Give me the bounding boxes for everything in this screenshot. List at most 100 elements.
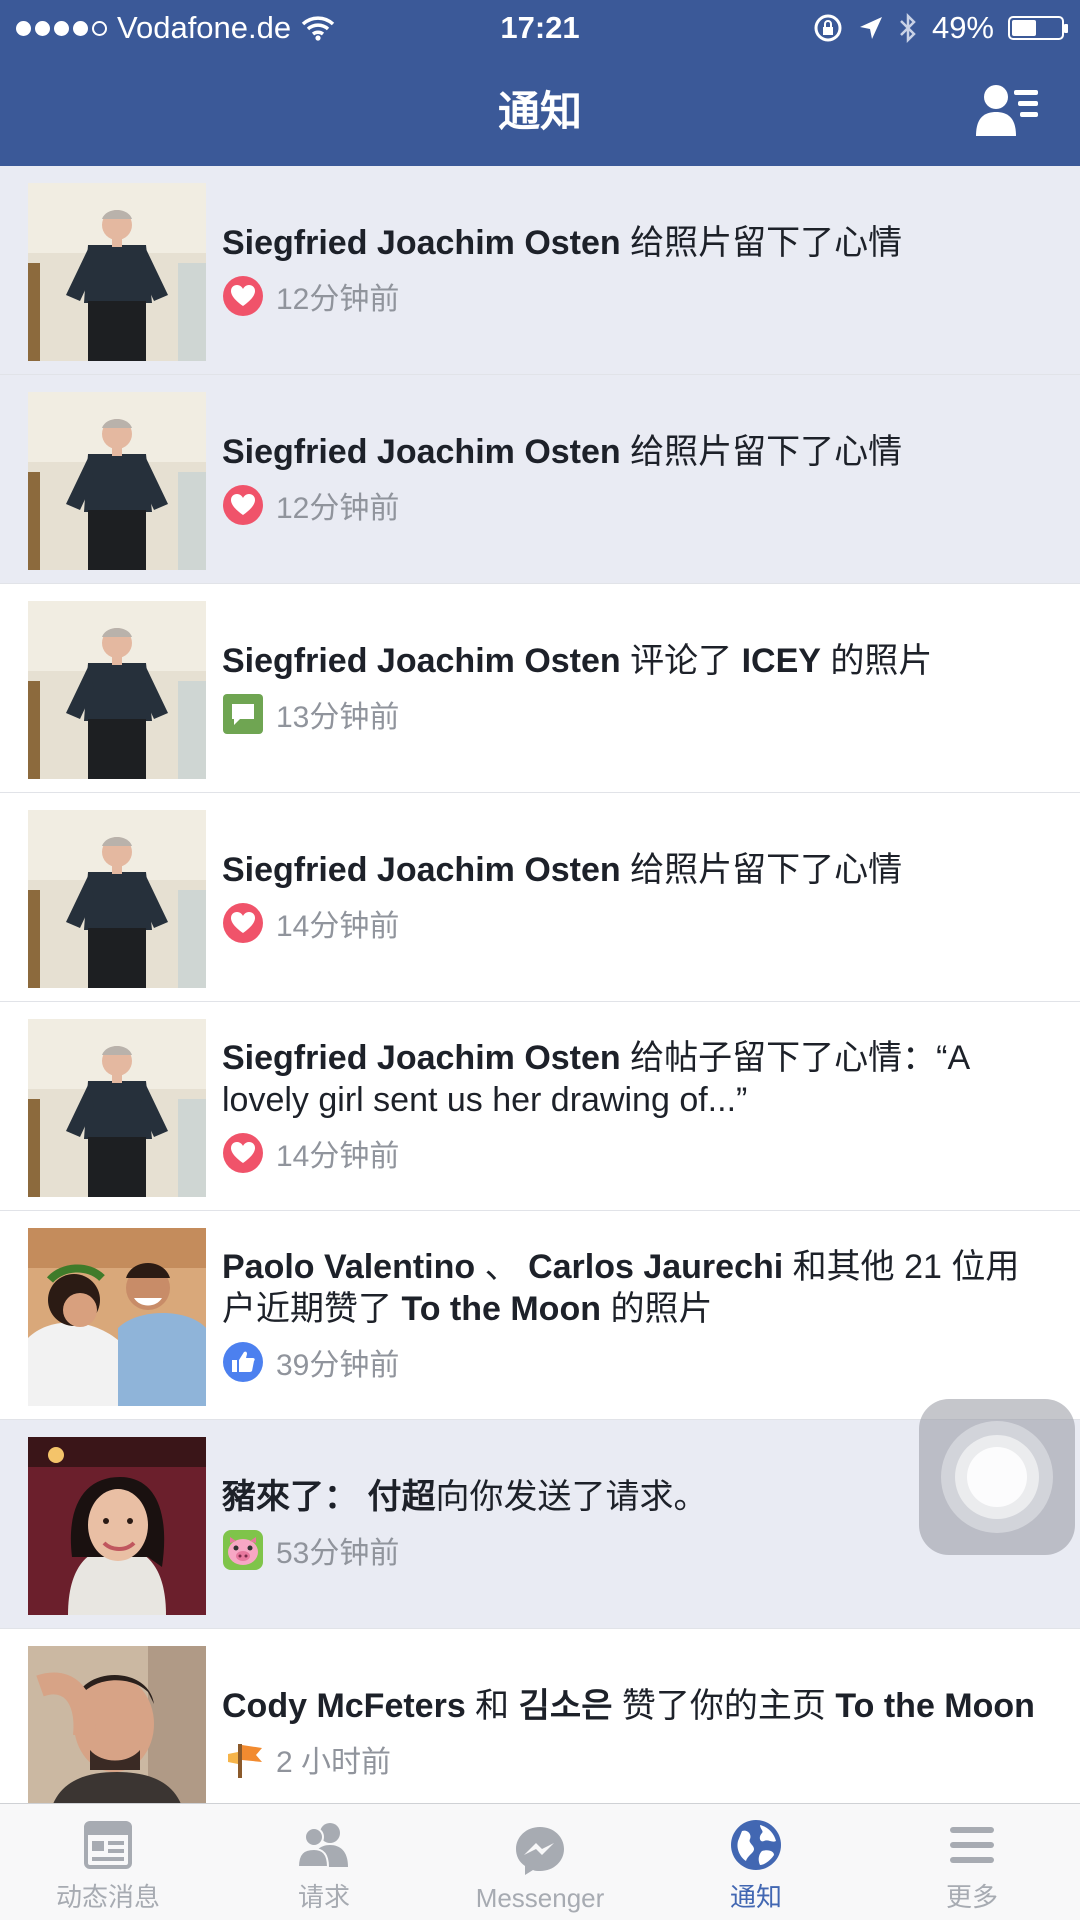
page-flag-icon	[222, 1738, 264, 1780]
notification-text: Siegfried Joachim Osten 给照片留下了心情	[222, 431, 1040, 473]
notification-actor: Cody McFeters	[222, 1687, 466, 1725]
rotation-lock-icon	[814, 14, 842, 42]
notification-row[interactable]: Siegfried Joachim Osten 给照片留下了心情 14分钟前	[0, 793, 1080, 1002]
notification-row[interactable]: 豬來了： 付超向你发送了请求。 53分钟前	[0, 1420, 1080, 1629]
news-feed-icon	[80, 1817, 136, 1873]
notification-action: 赞了你的主页	[612, 1687, 836, 1725]
notification-action: 给照片留下了心情	[620, 224, 903, 262]
notification-action: 和	[465, 1687, 519, 1725]
comment-icon	[222, 693, 264, 735]
tab-label: Messenger	[475, 1883, 605, 1913]
avatar[interactable]	[28, 601, 206, 779]
notification-actor: 김소은	[518, 1687, 613, 1725]
notification-content: Siegfried Joachim Osten 给照片留下了心情 12分钟前	[222, 166, 1040, 374]
notification-meta: 2 小时前	[222, 1737, 1040, 1781]
tab-label: 通知	[729, 1882, 782, 1912]
notification-row[interactable]: Siegfried Joachim Osten 评论了 ICEY 的照片 13分钟…	[0, 584, 1080, 793]
avatar[interactable]	[28, 1437, 206, 1615]
avatar[interactable]	[28, 183, 206, 361]
notification-content: Siegfried Joachim Osten 给照片留下了心情 14分钟前	[222, 793, 1040, 1001]
notification-actor: To the Moon	[835, 1687, 1035, 1725]
notification-actor: 付超	[367, 1478, 436, 1516]
notification-actor: Siegfried Joachim Osten	[222, 642, 621, 680]
notification-action: 向你发送了请求。	[435, 1478, 708, 1516]
page-title: 通知	[497, 88, 582, 135]
heart-icon	[222, 275, 264, 317]
notification-action: 的照片	[601, 1290, 713, 1328]
notifications-globe-icon	[728, 1817, 784, 1873]
notification-meta: 53分钟前	[222, 1528, 1040, 1572]
avatar[interactable]	[28, 1019, 206, 1197]
notification-text: Cody McFeters 和 김소은 赞了你的主页 To the Moon	[222, 1685, 1040, 1727]
like-icon	[222, 1341, 264, 1383]
notification-content: Siegfried Joachim Osten 给帖子留下了心情：“A love…	[222, 1002, 1040, 1210]
notification-action: 的照片	[820, 642, 933, 680]
notification-actor: Carlos Jaurechi	[528, 1248, 784, 1286]
notification-time: 39分钟前	[276, 1349, 400, 1382]
notification-time: 12分钟前	[276, 492, 400, 525]
bluetooth-icon	[900, 12, 916, 44]
heart-icon	[222, 1132, 264, 1174]
friend-requests-icon	[296, 1817, 352, 1873]
friends-list-button[interactable]	[974, 82, 1040, 138]
notification-time: 14分钟前	[276, 1140, 400, 1173]
notification-action: 给照片留下了心情	[620, 851, 903, 889]
notification-text: Siegfried Joachim Osten 给帖子留下了心情：“A love…	[222, 1037, 1040, 1121]
notification-meta: 12分钟前	[222, 274, 1040, 318]
notification-actor: ICEY	[741, 642, 821, 680]
notification-row[interactable]: Siegfried Joachim Osten 给帖子留下了心情：“A love…	[0, 1002, 1080, 1211]
notification-time: 2 小时前	[276, 1746, 392, 1779]
notification-time: 14分钟前	[276, 910, 400, 943]
notification-time: 53分钟前	[276, 1537, 400, 1570]
status-bar: Vodafone.de 17:21 49%	[0, 0, 1080, 56]
notification-meta: 14分钟前	[222, 901, 1040, 945]
tab-menu[interactable]: 更多	[864, 1804, 1080, 1920]
game-app-icon	[222, 1529, 264, 1571]
notification-actor: Siegfried Joachim Osten	[222, 224, 621, 262]
notification-content: Paolo Valentino 、 Carlos Jaurechi 和其他 21…	[222, 1211, 1040, 1419]
notification-row[interactable]: Siegfried Joachim Osten 给照片留下了心情 12分钟前	[0, 375, 1080, 584]
tab-messenger[interactable]: Messenger	[432, 1804, 648, 1920]
messenger-icon	[512, 1823, 568, 1879]
tab-label: 更多	[945, 1882, 998, 1912]
notification-content: 豬來了： 付超向你发送了请求。 53分钟前	[222, 1420, 1040, 1628]
notification-text: Siegfried Joachim Osten 给照片留下了心情	[222, 849, 1040, 891]
tab-label: 请求	[297, 1882, 350, 1912]
battery-icon	[1008, 16, 1068, 40]
tab-label: 动态消息	[55, 1882, 160, 1912]
avatar[interactable]	[28, 1228, 206, 1406]
notification-meta: 39分钟前	[222, 1340, 1040, 1384]
notification-list: Siegfried Joachim Osten 给照片留下了心情 12分钟前 Si…	[0, 166, 1080, 1838]
notification-row[interactable]: Paolo Valentino 、 Carlos Jaurechi 和其他 21…	[0, 1211, 1080, 1420]
notification-row[interactable]: Siegfried Joachim Osten 给照片留下了心情 12分钟前	[0, 166, 1080, 375]
top-bar: Vodafone.de 17:21 49% 通知	[0, 0, 1080, 166]
notification-actor: 豬來了：	[222, 1478, 358, 1516]
notification-content: Siegfried Joachim Osten 给照片留下了心情 12分钟前	[222, 375, 1040, 583]
tab-news-feed[interactable]: 动态消息	[0, 1804, 216, 1920]
notification-text: Siegfried Joachim Osten 给照片留下了心情	[222, 222, 1040, 264]
avatar[interactable]	[28, 1646, 206, 1824]
tab-notifications-globe[interactable]: 通知	[648, 1804, 864, 1920]
notification-actor: Siegfried Joachim Osten	[222, 1039, 621, 1077]
assistive-touch-button[interactable]	[919, 1399, 1075, 1555]
notification-meta: 12分钟前	[222, 483, 1040, 527]
battery-percent: 49%	[931, 10, 994, 45]
notification-text: 豬來了： 付超向你发送了请求。	[222, 1476, 1040, 1518]
notification-actor: Siegfried Joachim Osten	[222, 433, 621, 471]
notification-action: 评论了	[620, 642, 742, 680]
notification-action: 、	[475, 1248, 529, 1286]
heart-icon	[222, 484, 264, 526]
notification-text: Siegfried Joachim Osten 评论了 ICEY 的照片	[222, 640, 1040, 682]
avatar[interactable]	[28, 392, 206, 570]
tab-friend-requests[interactable]: 请求	[216, 1804, 432, 1920]
tab-bar: 动态消息 请求 Messenger 通知 更多	[0, 1803, 1080, 1920]
avatar[interactable]	[28, 810, 206, 988]
notification-action: 给照片留下了心情	[620, 433, 903, 471]
notification-time: 12分钟前	[276, 283, 400, 316]
notification-content: Siegfried Joachim Osten 评论了 ICEY 的照片 13分钟…	[222, 584, 1040, 792]
notification-actor: Siegfried Joachim Osten	[222, 851, 621, 889]
heart-icon	[222, 902, 264, 944]
notification-actor: To the Moon	[401, 1290, 601, 1328]
notification-meta: 14分钟前	[222, 1131, 1040, 1175]
notification-actor: Paolo Valentino	[222, 1248, 476, 1286]
